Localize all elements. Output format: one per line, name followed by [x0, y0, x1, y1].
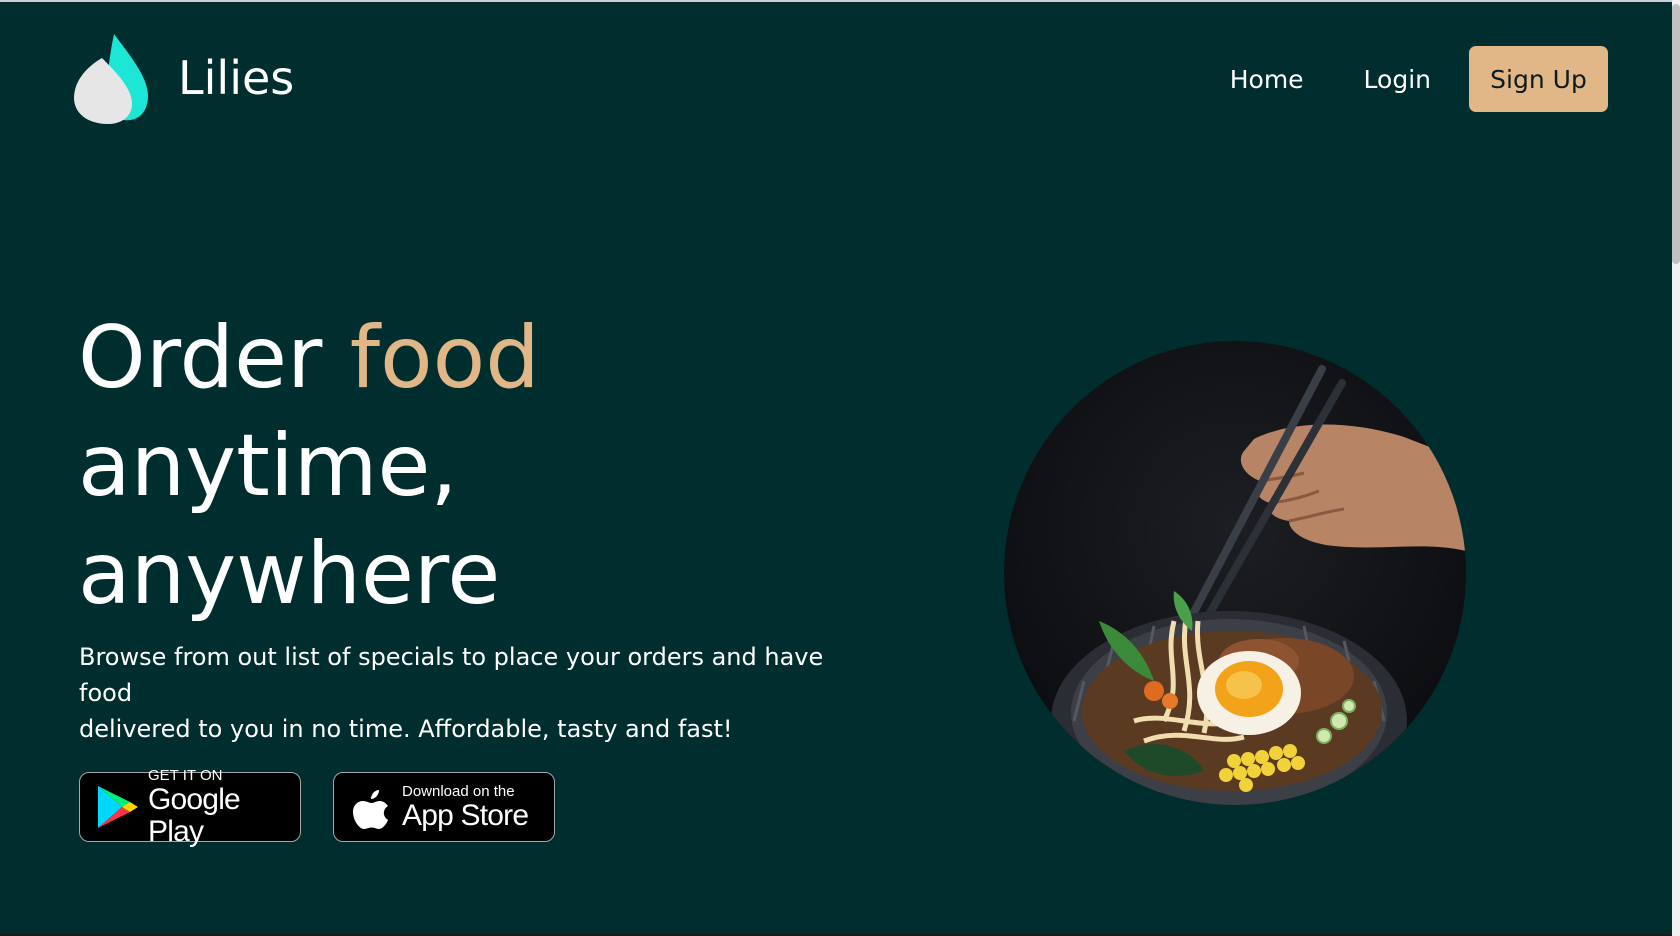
brand-name: Lilies: [178, 51, 295, 105]
store-badges: GET IT ON Google Play Download on the Ap…: [79, 767, 555, 847]
ramen-bowl-image: [1004, 341, 1466, 805]
app-store-badge[interactable]: Download on the App Store: [333, 772, 555, 842]
google-play-text: GET IT ON Google Play: [148, 767, 300, 848]
hero-description: Browse from out list of specials to plac…: [79, 639, 849, 747]
hero-title-line2: anytime,: [78, 416, 458, 516]
page-viewport: Lilies Home Login Sign Up Order food any…: [0, 0, 1672, 936]
hero-description-line1: Browse from out list of specials to plac…: [79, 643, 824, 707]
app-store-big-label: App Store: [402, 798, 529, 832]
hero-title-part1: Order: [78, 308, 350, 408]
top-nav: Home Login Sign Up: [1230, 46, 1608, 112]
hero-title-line3: anywhere: [78, 524, 501, 624]
scrollbar-thumb[interactable]: [1672, 4, 1680, 264]
apple-icon: [353, 790, 388, 829]
hero-description-line2: delivered to you in no time. Affordable,…: [79, 715, 733, 743]
brand-logo-link[interactable]: Lilies: [72, 32, 294, 124]
nav-login-link[interactable]: Login: [1364, 65, 1431, 94]
google-play-big-label: Google Play: [148, 782, 241, 848]
google-play-badge[interactable]: GET IT ON Google Play: [79, 767, 301, 847]
nav-home-link[interactable]: Home: [1230, 65, 1304, 94]
google-play-triangle-icon: [98, 786, 138, 828]
hero-title-accent: food: [349, 308, 540, 408]
hero-title: Order food anytime, anywhere: [78, 304, 540, 628]
signup-button[interactable]: Sign Up: [1469, 46, 1608, 112]
app-store-text: Download on the App Store: [402, 782, 529, 832]
app-store-small-label: Download on the: [402, 782, 515, 800]
lily-drop-logo-icon: [74, 34, 148, 124]
google-play-small-label: GET IT ON: [148, 766, 223, 784]
